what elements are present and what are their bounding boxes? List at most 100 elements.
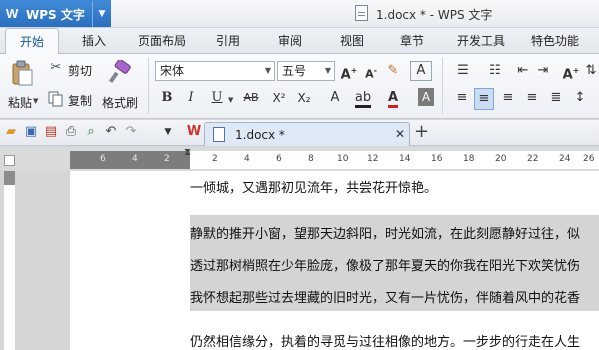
paste-label: 粘贴 — [8, 96, 33, 110]
vertical-ruler-text-area — [4, 185, 15, 350]
tab-view[interactable]: 视图 — [332, 28, 372, 54]
customize-toolbar-icon[interactable]: ▼ — [160, 122, 176, 142]
horizontal-ruler-bar: 6 4 2 ⧗ 2 4 6 8 10 12 14 16 18 20 22 24 … — [0, 147, 599, 171]
tab-section[interactable]: 章节 — [392, 28, 432, 54]
redo-icon[interactable]: ↷ — [124, 122, 138, 142]
font-color-settings-icon[interactable]: A — [326, 88, 344, 108]
font-name-select[interactable]: 宋体 ▼ — [155, 61, 275, 81]
char-shading-icon[interactable]: A — [418, 88, 434, 106]
grow-font-icon[interactable]: A+ — [340, 61, 358, 85]
wps-docer-icon[interactable]: W — [186, 122, 202, 142]
line-spacing-icon[interactable]: ↕ — [570, 88, 590, 108]
sort-icon[interactable]: ⇅ — [584, 61, 598, 81]
document-icon — [355, 5, 368, 21]
ribbon-home: 粘贴 ▼ ✂ 剪切 复制 格式刷 宋体 ▼ 五号 ▼ A+ A- ✎ A B I… — [0, 54, 599, 119]
bullet-list-icon[interactable]: ☰ — [452, 61, 474, 81]
window-title: 1.docx * - WPS 文字 — [376, 8, 493, 22]
new-tab-icon[interactable]: + — [414, 121, 429, 142]
cut-button[interactable]: ✂ 剪切 — [46, 58, 100, 80]
document-page[interactable]: 一倾城，又遇那初见流年，共尝花开惊艳。 静默的推开小窗，望那天边斜阳，时光如流，… — [70, 171, 599, 350]
underline-icon[interactable]: U — [206, 88, 228, 108]
ruler-tick: 20 — [495, 154, 507, 164]
document-tab-title: 1.docx * — [235, 128, 285, 142]
horizontal-ruler[interactable]: 6 4 2 ⧗ 2 4 6 8 10 12 14 16 18 20 22 24 … — [70, 147, 599, 169]
paste-dropdown-icon[interactable]: ▼ — [33, 97, 38, 105]
ruler-tick: 6 — [276, 154, 282, 164]
tab-stop-selector[interactable] — [4, 155, 15, 166]
app-menu-dropdown-icon[interactable]: ▼ — [92, 1, 111, 27]
bold-icon[interactable]: B — [158, 88, 176, 108]
wps-logo-icon: W — [6, 6, 19, 21]
ruler-tick: 14 — [399, 154, 411, 164]
ruler-tick: 4 — [244, 154, 250, 164]
print-preview-icon[interactable]: ⌕ — [82, 122, 100, 142]
format-painter-icon — [108, 60, 131, 84]
copy-button[interactable]: 复制 — [46, 88, 100, 110]
font-size-select[interactable]: 五号 ▼ — [277, 61, 335, 81]
ruler-tick: 10 — [337, 154, 349, 164]
print-icon[interactable]: ⎙ — [62, 122, 80, 142]
align-left-icon[interactable]: ≡ — [452, 88, 472, 108]
ruler-tick: 2 — [164, 154, 170, 164]
ribbon-separator — [442, 58, 443, 114]
tab-insert[interactable]: 插入 — [70, 28, 118, 54]
export-pdf-icon[interactable]: ▤ — [42, 122, 60, 142]
tab-developer[interactable]: 开发工具 — [448, 28, 514, 54]
numbered-list-icon[interactable]: ☷ — [484, 61, 506, 81]
tab-home[interactable]: 开始 — [5, 28, 59, 55]
app-menu-button[interactable]: W WPS 文字 ▼ — [0, 0, 111, 27]
underline-dropdown-icon[interactable]: ▼ — [228, 96, 233, 104]
subscript-icon[interactable]: X₂ — [294, 88, 314, 108]
document-paragraph[interactable]: 一倾城，又遇那初见流年，共尝花开惊艳。 — [190, 177, 437, 196]
title-bar: W WPS 文字 ▼ 1.docx * - WPS 文字 — [0, 0, 599, 28]
ruler-tick: 4 — [132, 154, 138, 164]
open-folder-icon[interactable]: ▰ — [2, 122, 20, 142]
increase-indent-icon[interactable]: ⇥ — [534, 61, 552, 81]
document-paragraph[interactable]: 我怀想起那些过去埋藏的旧时光，又有一片忧伤，伴随着风中的花香 — [190, 287, 580, 306]
tab-review[interactable]: 审阅 — [270, 28, 310, 54]
document-tab-icon — [213, 127, 225, 142]
ribbon-tab-bar: 开始 插入 页面布局 引用 审阅 视图 章节 开发工具 特色功能 — [0, 28, 599, 55]
change-case-icon[interactable]: A+ — [560, 61, 582, 85]
tab-references[interactable]: 引用 — [208, 28, 248, 54]
highlight-icon[interactable]: ab — [352, 88, 374, 108]
ruler-tick: 2 — [212, 154, 218, 164]
font-color-icon[interactable]: A — [384, 88, 402, 108]
distributed-align-icon[interactable]: ≣ — [546, 88, 566, 108]
strikethrough-icon[interactable]: AB — [238, 88, 264, 108]
document-paragraph[interactable]: 静默的推开小窗，望那天边斜阳，时光如流，在此刻愿静好过往，似 — [190, 223, 580, 242]
save-icon[interactable]: ▣ — [22, 122, 40, 142]
ruler-tick: 8 — [308, 154, 314, 164]
format-painter-button[interactable]: 格式刷 — [102, 58, 142, 114]
tab-special-features[interactable]: 特色功能 — [522, 28, 588, 54]
vertical-ruler[interactable] — [4, 171, 15, 350]
clear-format-icon[interactable]: ✎ — [384, 61, 402, 81]
document-tab[interactable]: 1.docx * ✕ — [204, 122, 410, 146]
italic-icon[interactable]: I — [182, 88, 200, 108]
ruler-tick: 6 — [100, 154, 106, 164]
shrink-font-icon[interactable]: A- — [362, 61, 380, 85]
scissors-icon: ✂ — [50, 60, 62, 75]
text-effect-icon[interactable]: A — [410, 61, 432, 81]
indent-marker-icon[interactable]: ⧗ — [184, 147, 191, 158]
paste-button[interactable]: 粘贴 ▼ — [6, 58, 40, 114]
close-tab-icon[interactable]: ✕ — [395, 127, 405, 141]
undo-icon[interactable]: ↶ — [102, 122, 120, 142]
superscript-icon[interactable]: X² — [270, 88, 288, 108]
align-right-icon[interactable]: ≡ — [498, 88, 518, 108]
chevron-down-icon: ▼ — [324, 66, 331, 75]
document-paragraph[interactable]: 透过那树梢照在少年脸庞，像极了那年夏天的你我在阳光下欢笑忧伤 — [190, 255, 580, 274]
justify-icon[interactable]: ≡ — [522, 88, 542, 108]
copy-icon — [48, 91, 63, 107]
copy-label: 复制 — [68, 94, 93, 108]
app-name: WPS 文字 — [26, 8, 85, 22]
align-center-icon[interactable]: ≡ — [474, 88, 494, 110]
format-painter-label: 格式刷 — [102, 96, 139, 110]
ruler-tick: 18 — [463, 154, 475, 164]
ruler-tick: 26 — [583, 154, 595, 164]
decrease-indent-icon[interactable]: ⇤ — [514, 61, 532, 81]
cut-label: 剪切 — [68, 64, 93, 78]
document-paragraph[interactable]: 仍然相信缘分，执着的寻觅与过往相像的地方。一步步的行走在人生 — [190, 331, 580, 350]
ruler-tick: 16 — [431, 154, 443, 164]
tab-page-layout[interactable]: 页面布局 — [130, 28, 194, 54]
